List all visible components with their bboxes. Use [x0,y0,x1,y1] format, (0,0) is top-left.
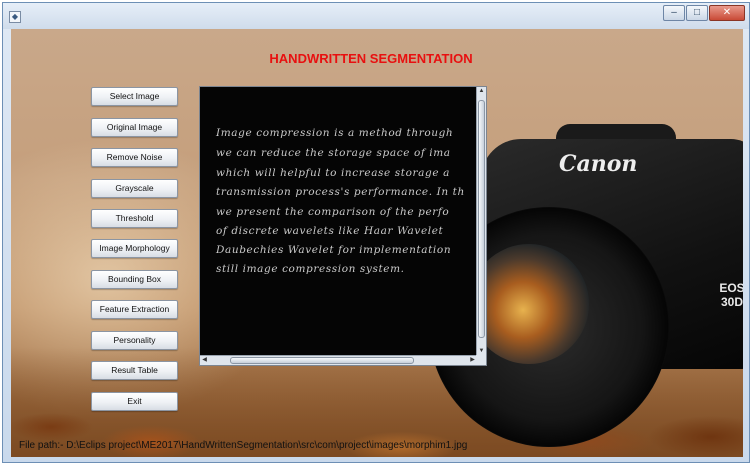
image-morphology-button[interactable]: Image Morphology [91,239,178,258]
scroll-up-icon[interactable]: ▲ [477,87,486,96]
handwriting-line: Image compression is a method through [216,127,454,139]
bounding-box-button[interactable]: Bounding Box [91,270,178,289]
remove-noise-button[interactable]: Remove Noise [91,148,178,167]
content-panel: Canon EOS 30D HANDWRITTEN SEGMENTATION S… [11,29,743,457]
horizontal-scroll-thumb[interactable] [230,357,414,364]
horizontal-scrollbar[interactable]: ◀ ▶ [200,355,477,365]
file-path-label: File path:- D:\Eclips project\ME2017\Han… [19,440,468,451]
camera-lens-glass [469,244,589,364]
handwriting-line: we present the comparison of the perfo [216,206,450,218]
page-title: HANDWRITTEN SEGMENTATION [269,51,473,66]
handwriting-image: Image compression is a method through we… [200,87,477,356]
camera-brand-logo: Canon [559,151,638,177]
java-app-icon: ◆ [9,11,21,23]
handwriting-line: of discrete wavelets like Haar Wavelet [216,225,444,237]
threshold-button[interactable]: Threshold [91,209,178,228]
exit-button[interactable]: Exit [91,392,178,411]
vertical-scroll-thumb[interactable] [478,100,485,338]
scroll-corner [476,355,486,365]
close-icon[interactable]: ✕ [709,5,745,21]
handwriting-line: still image compression system. [216,263,405,275]
personality-button[interactable]: Personality [91,331,178,350]
camera-model-logo: EOS 30D [719,281,743,309]
handwriting-line: we can reduce the storage space of ima [216,147,451,159]
window-controls: – □ ✕ [662,5,745,21]
grayscale-button[interactable]: Grayscale [91,179,178,198]
maximize-icon[interactable]: □ [686,5,708,21]
handwriting-line: which will helpful to increase storage a [216,167,450,179]
feature-extraction-button[interactable]: Feature Extraction [91,300,178,319]
scroll-left-icon[interactable]: ◀ [200,356,209,365]
original-image-button[interactable]: Original Image [91,118,178,137]
title-bar[interactable]: ◆ – □ ✕ [3,3,749,29]
handwriting-line: transmission process's performance. In t… [216,186,465,198]
select-image-button[interactable]: Select Image [91,87,178,106]
vertical-scrollbar[interactable]: ▲ ▼ [476,87,486,356]
minimize-icon[interactable]: – [663,5,685,21]
result-table-button[interactable]: Result Table [91,361,178,380]
handwriting-line: Daubechies Wavelet for implementation [216,244,452,256]
app-window: ◆ – □ ✕ Canon EOS 30D HANDWRITTEN SEGMEN… [2,2,750,463]
image-scroll-pane: Image compression is a method through we… [199,86,487,366]
